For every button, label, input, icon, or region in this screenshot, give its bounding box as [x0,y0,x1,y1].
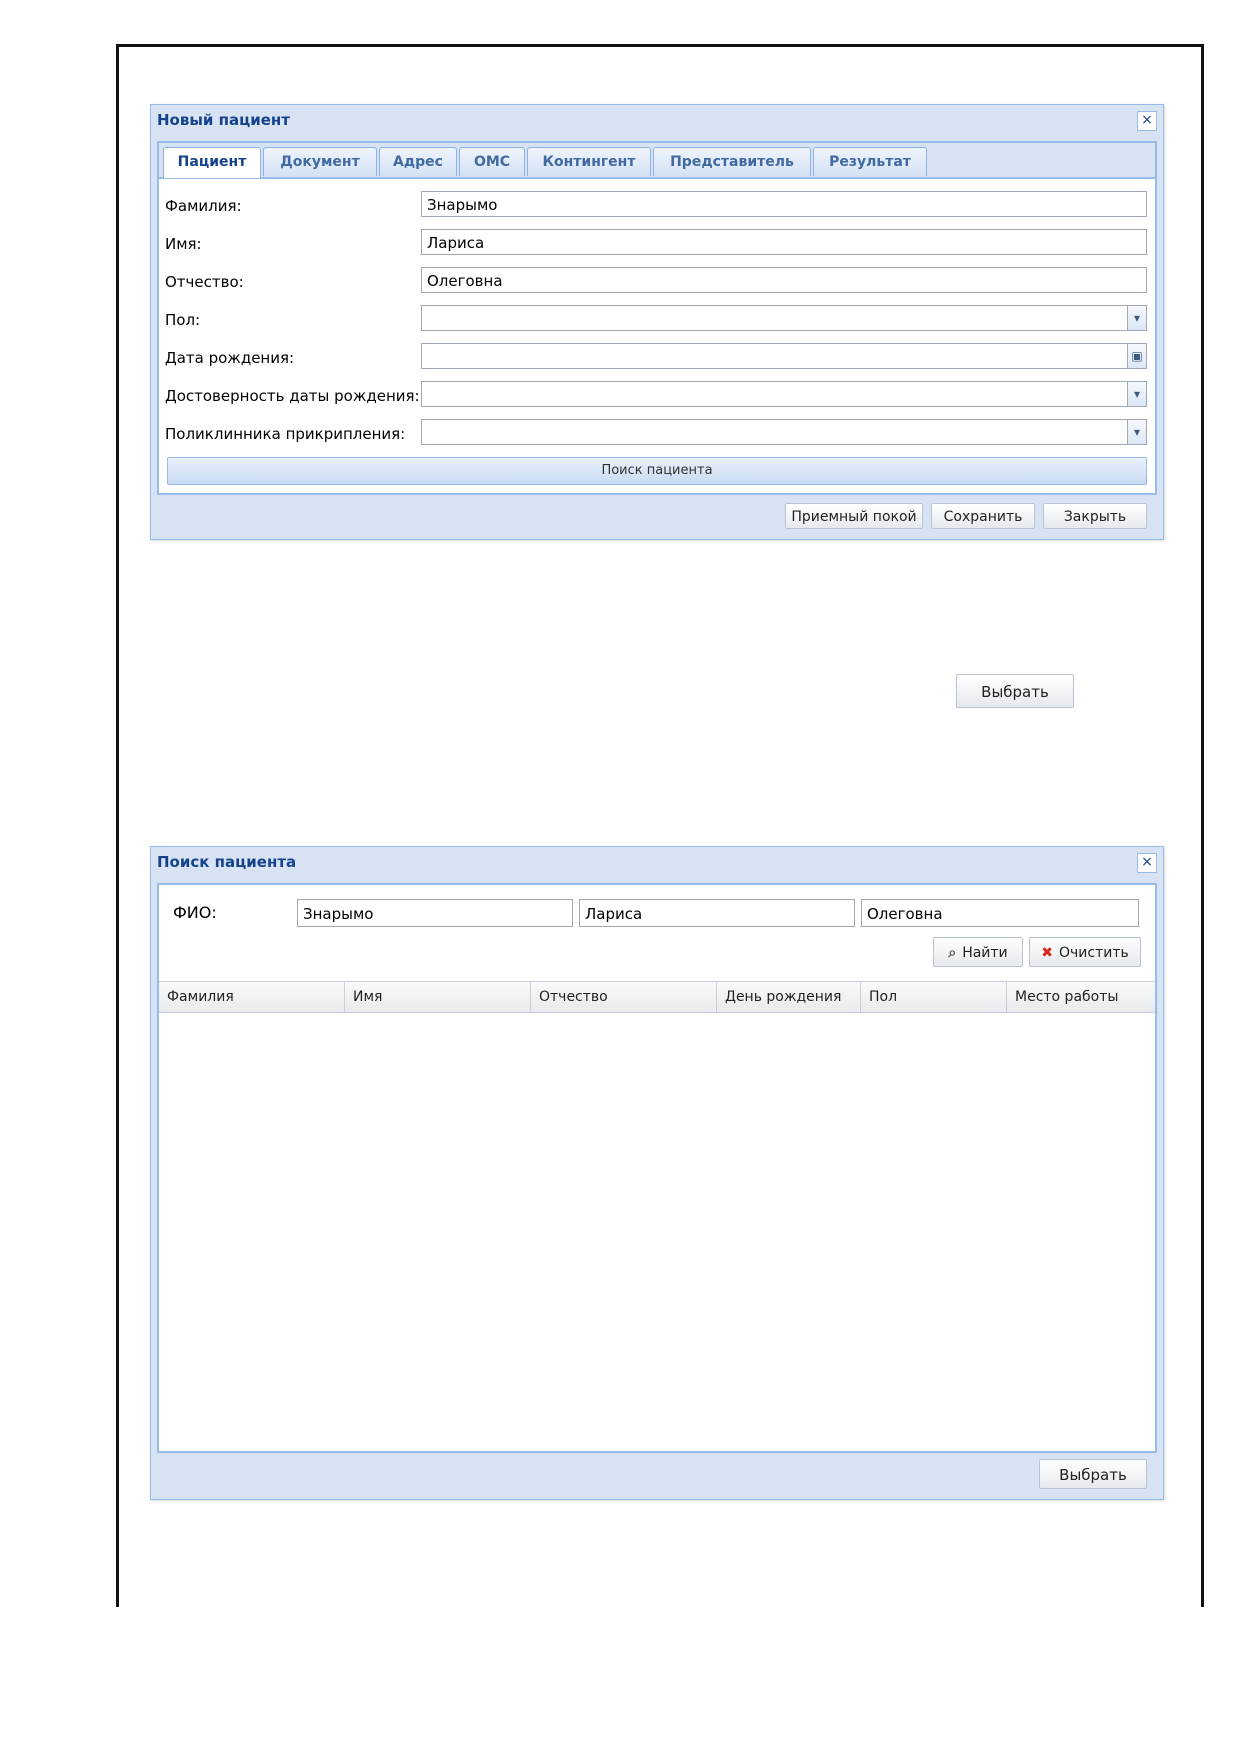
first-name-label: Имя: [165,235,202,253]
fio-last-name-field[interactable]: Знарымо [297,899,573,927]
first-name-row: Имя: Лариса [159,229,1155,261]
middle-name-row: Отчество: Олеговна [159,267,1155,299]
save-button[interactable]: Сохранить [931,503,1035,529]
fio-middle-name-field[interactable]: Олеговна [861,899,1139,927]
first-name-field[interactable]: Лариса [421,229,1147,255]
window-title: Новый пациент [157,111,290,129]
last-name-row: Фамилия: Знарымо [159,191,1155,223]
column-header-workplace[interactable]: Место работы [1007,982,1151,1012]
birth-date-reliability-select[interactable] [421,381,1147,407]
column-header-sex[interactable]: Пол [861,982,1007,1012]
fio-label: ФИО: [173,903,217,922]
tab-result[interactable]: Результат [813,147,927,176]
results-grid-header: Фамилия Имя Отчество День рождения Пол М… [159,981,1155,1013]
tab-representative[interactable]: Представитель [653,147,811,176]
close-icon[interactable]: × [1137,853,1157,873]
clinic-label: Поликлинника прикрипления: [165,425,406,443]
find-icon: ⌕ [948,945,957,961]
tab-oms[interactable]: ОМС [459,147,525,176]
column-header-middle-name[interactable]: Отчество [531,982,717,1012]
birth-date-field[interactable] [421,343,1147,369]
column-header-last-name[interactable]: Фамилия [159,982,345,1012]
select-button-standalone[interactable]: Выбрать [956,674,1074,708]
search-patient-button[interactable]: Поиск пациента [167,457,1147,485]
sex-row: Пол: ▾ [159,305,1155,337]
birth-date-label: Дата рождения: [165,349,295,367]
tab-panel: Пациент Документ Адрес ОМС Контингент Пр… [157,141,1157,495]
sex-select[interactable] [421,305,1147,331]
select-button[interactable]: Выбрать [1039,1459,1147,1489]
tab-address[interactable]: Адрес [379,147,457,176]
search-patient-window: Поиск пациента × ФИО: Знарымо Лариса Оле… [150,846,1164,1500]
middle-name-field[interactable]: Олеговна [421,267,1147,293]
find-button[interactable]: ⌕ Найти [933,937,1023,967]
tab-document[interactable]: Документ [263,147,377,176]
last-name-field[interactable]: Знарымо [421,191,1147,217]
clinic-select[interactable] [421,419,1147,445]
last-name-label: Фамилия: [165,197,242,215]
results-grid-body[interactable] [159,1013,1155,1451]
middle-name-label: Отчество: [165,273,244,291]
sex-label: Пол: [165,311,201,329]
birth-date-reliability-label: Достоверность даты рождения: [165,387,420,405]
new-patient-window: Новый пациент × Пациент Документ Адрес О… [150,104,1164,540]
reception-button[interactable]: Приемный покой [785,503,923,529]
tab-contingent[interactable]: Контингент [527,147,651,176]
chevron-down-icon[interactable]: ▾ [1127,419,1147,445]
clear-icon: ✖ [1041,945,1053,961]
chevron-down-icon[interactable]: ▾ [1127,381,1147,407]
tab-strip: Пациент Документ Адрес ОМС Контингент Пр… [159,143,1155,179]
calendar-icon[interactable]: ▣ [1127,343,1147,369]
clear-label: Очистить [1058,945,1129,961]
column-header-first-name[interactable]: Имя [345,982,531,1012]
birth-date-reliability-row: Достоверность даты рождения: ▾ [159,381,1155,413]
window-title-bar[interactable]: Новый пациент × [151,105,1163,135]
chevron-down-icon[interactable]: ▾ [1127,305,1147,331]
fio-first-name-field[interactable]: Лариса [579,899,855,927]
window-title-bar[interactable]: Поиск пациента × [151,847,1163,877]
tab-patient[interactable]: Пациент [163,147,261,178]
birth-date-row: Дата рождения: ▣ [159,343,1155,375]
clear-button[interactable]: ✖ Очистить [1029,937,1141,967]
close-icon[interactable]: × [1137,111,1157,131]
column-header-birth-date[interactable]: День рождения [717,982,861,1012]
close-button[interactable]: Закрыть [1043,503,1147,529]
find-label: Найти [962,945,1008,961]
window-title: Поиск пациента [157,853,297,871]
search-panel: ФИО: Знарымо Лариса Олеговна ⌕ Найти ✖ Очи… [157,883,1157,1453]
clinic-row: Поликлинника прикрипления: ▾ [159,419,1155,451]
